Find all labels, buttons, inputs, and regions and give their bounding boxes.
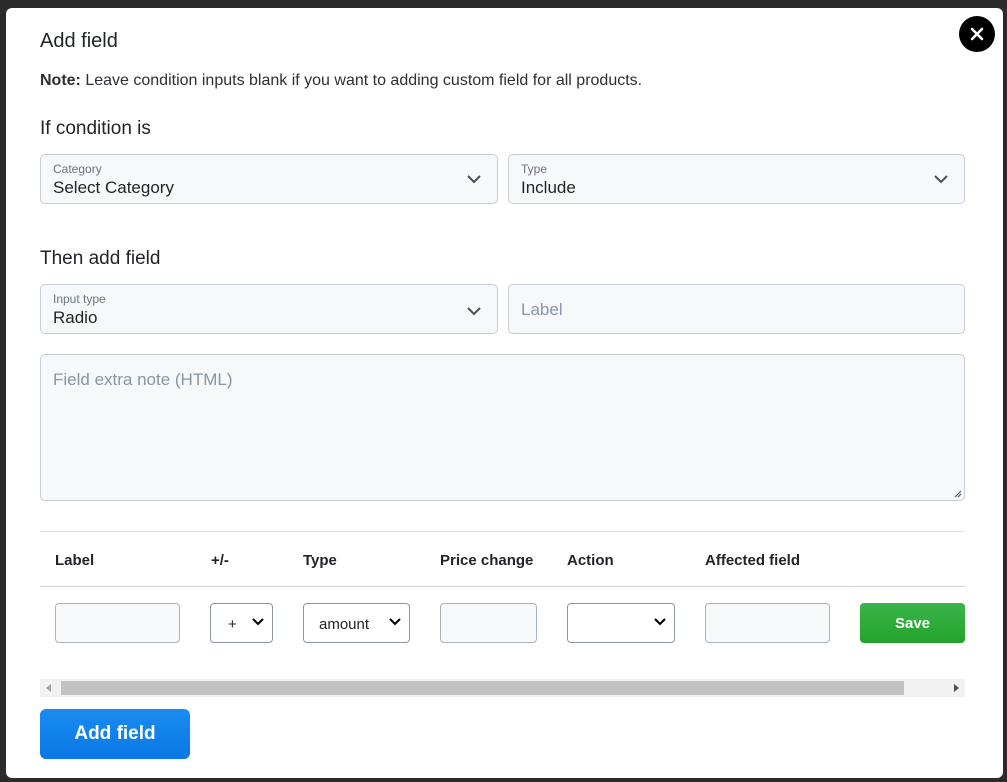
extra-note-textarea[interactable]: Field extra note (HTML): [40, 354, 965, 501]
header-type: Type: [303, 552, 337, 569]
note-text: Note: Leave condition inputs blank if yo…: [40, 72, 642, 90]
horizontal-scrollbar[interactable]: [40, 679, 965, 697]
table-top-divider: [40, 531, 965, 532]
save-button[interactable]: Save: [860, 603, 965, 643]
add-field-button[interactable]: Add field: [40, 709, 190, 759]
scroll-right-icon[interactable]: [954, 684, 959, 692]
header-price-change: Price change: [440, 552, 534, 569]
note-body: Leave condition inputs blank if you want…: [80, 72, 643, 89]
chevron-down-icon: [252, 618, 264, 626]
row-action-select[interactable]: [567, 603, 675, 643]
scrollbar-thumb[interactable]: [61, 681, 904, 695]
extra-note-placeholder: Field extra note (HTML): [53, 370, 233, 389]
row-sign-value: +: [228, 616, 237, 633]
row-price-change-input[interactable]: [440, 603, 537, 643]
label-input[interactable]: Label: [508, 284, 965, 334]
input-type-select[interactable]: Input type Radio: [40, 284, 498, 334]
condition-heading: If condition is: [40, 118, 151, 139]
chevron-down-icon: [934, 175, 948, 184]
header-action: Action: [567, 552, 614, 569]
header-label: Label: [55, 552, 95, 569]
label-placeholder: Label: [521, 300, 563, 319]
row-type-select[interactable]: amount: [303, 603, 410, 643]
close-button[interactable]: [959, 16, 995, 52]
header-affected-field: Affected field: [705, 552, 801, 569]
input-type-label: Input type: [53, 292, 106, 306]
type-label: Type: [521, 162, 548, 176]
chevron-down-icon: [467, 307, 481, 316]
row-affected-field-input[interactable]: [705, 603, 830, 643]
scroll-left-icon[interactable]: [46, 684, 51, 692]
type-select[interactable]: Type Include: [508, 154, 965, 204]
header-sign: +/-: [211, 552, 229, 569]
input-type-value: Radio: [53, 308, 98, 327]
category-select[interactable]: Category Select Category: [40, 154, 498, 204]
category-label: Category: [53, 162, 102, 176]
row-label-input[interactable]: [55, 603, 180, 643]
chevron-down-icon: [389, 618, 401, 626]
row-sign-select[interactable]: +: [210, 603, 273, 643]
field-heading: Then add field: [40, 248, 161, 269]
note-label: Note:: [40, 72, 81, 89]
modal-title: Add field: [40, 30, 118, 52]
close-icon: [970, 27, 984, 41]
category-value: Select Category: [53, 178, 174, 197]
table-header-divider: [40, 586, 965, 587]
type-value: Include: [521, 178, 576, 197]
row-type-value: amount: [319, 616, 370, 633]
chevron-down-icon: [654, 618, 666, 626]
resize-handle-icon[interactable]: [952, 488, 962, 498]
chevron-down-icon: [467, 175, 481, 184]
